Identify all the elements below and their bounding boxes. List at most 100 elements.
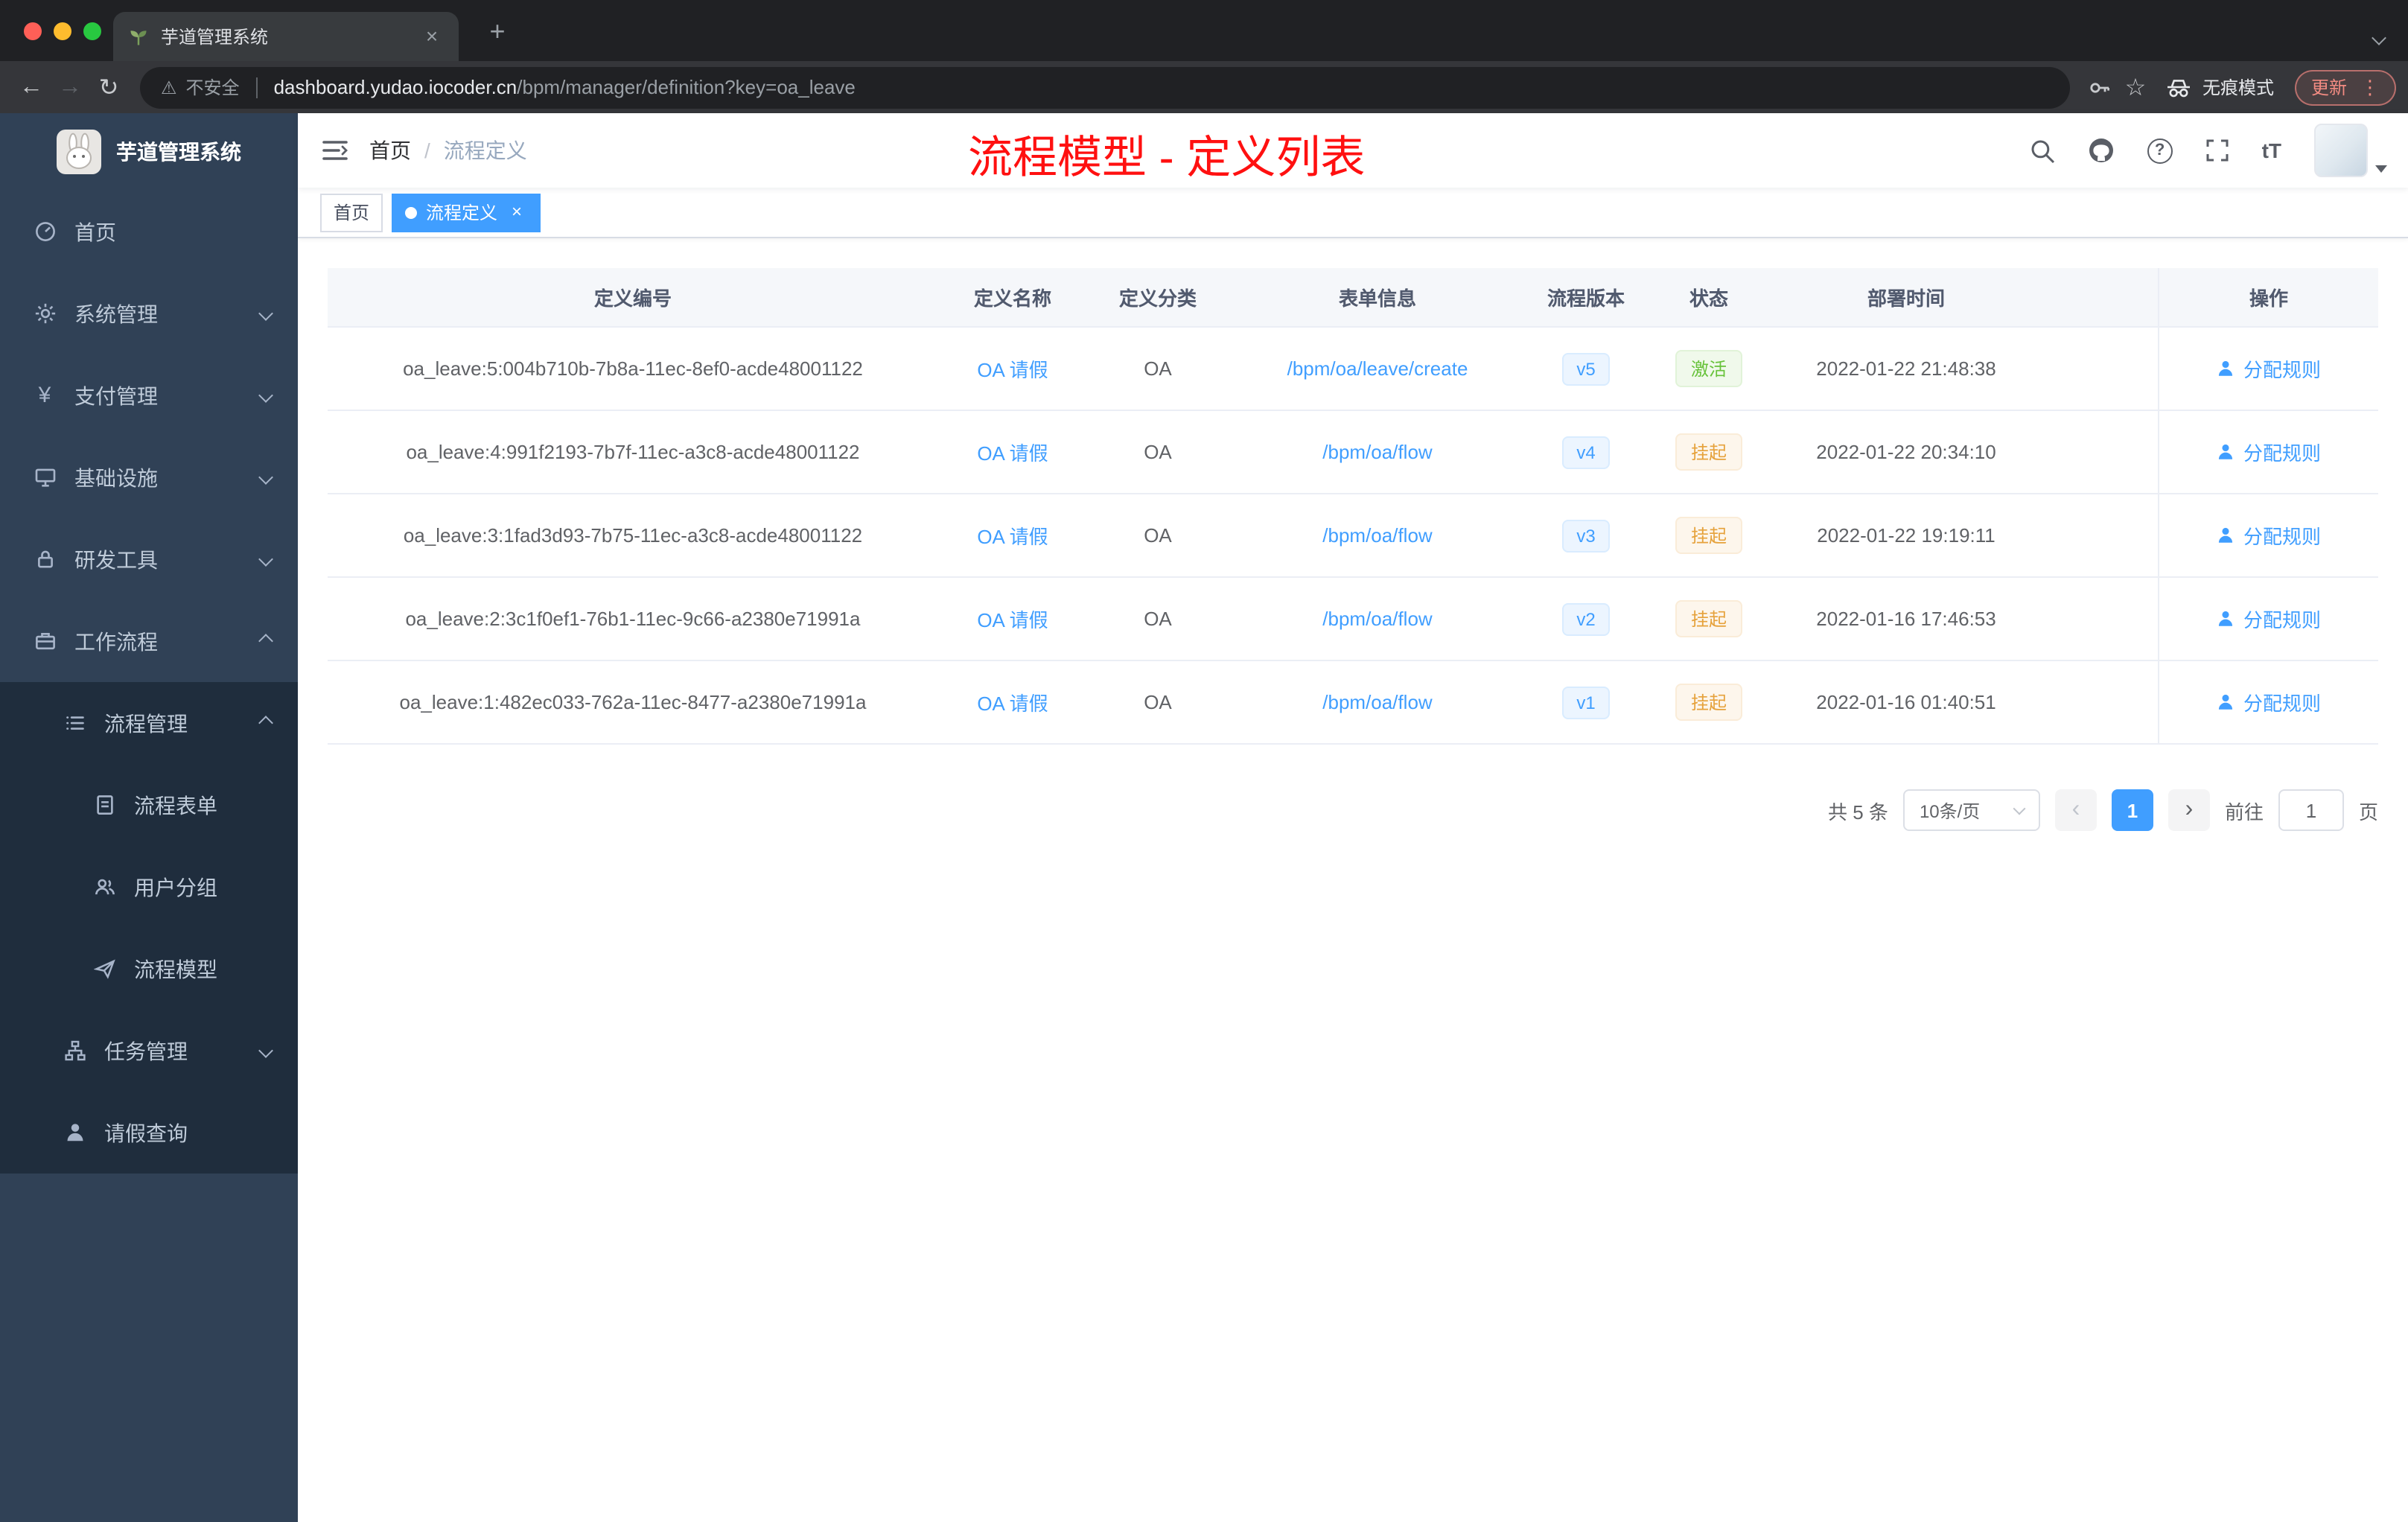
- sidebar-item-user-groups[interactable]: 用户分组: [0, 846, 298, 928]
- sidebar-item-devtools[interactable]: 研发工具: [0, 518, 298, 600]
- definition-category: OA: [1144, 357, 1172, 380]
- tab-close-icon[interactable]: ×: [420, 24, 444, 48]
- sidebar-item-workflow[interactable]: 工作流程: [0, 600, 298, 682]
- deploy-time: 2022-01-16 01:40:51: [1816, 691, 1996, 713]
- update-label: 更新: [2310, 77, 2347, 98]
- sidebar-item-leave-query[interactable]: 请假查询: [0, 1092, 298, 1174]
- sidebar-item-payment[interactable]: ¥ 支付管理: [0, 354, 298, 436]
- user-menu[interactable]: [2314, 124, 2387, 177]
- assign-rule-button[interactable]: 分配规则: [2217, 688, 2321, 716]
- form-link[interactable]: /bpm/oa/flow: [1322, 441, 1432, 463]
- tags-view-bar: 首页 流程定义 ×: [298, 188, 2408, 238]
- browser-menu-icon[interactable]: ⋮: [2360, 75, 2380, 99]
- users-icon: [92, 876, 116, 898]
- sidebar-toggle-icon[interactable]: [298, 138, 369, 162]
- fullscreen-icon[interactable]: [2205, 138, 2229, 162]
- page-number-button[interactable]: 1: [2111, 789, 2153, 831]
- definition-table: 定义编号 定义名称 定义分类 表单信息 流程版本 状态 部署时间 操作 oa_l…: [328, 268, 2378, 745]
- sidebar-item-label: 工作流程: [74, 629, 158, 653]
- tab-title: 芋道管理系统: [161, 27, 269, 48]
- browser-update-button[interactable]: 更新 ⋮: [2294, 69, 2396, 105]
- list-icon: [63, 712, 86, 734]
- sidebar-item-system[interactable]: 系统管理: [0, 273, 298, 354]
- tag-label: 首页: [334, 203, 370, 223]
- breadcrumb-home[interactable]: 首页: [369, 136, 411, 165]
- bookmark-star-icon[interactable]: ☆: [2118, 69, 2153, 105]
- sidebar-item-label: 首页: [74, 220, 116, 243]
- sidebar-item-home[interactable]: 首页: [0, 191, 298, 273]
- sidebar-item-process-management[interactable]: 流程管理: [0, 682, 298, 764]
- security-indicator[interactable]: ⚠ 不安全: [161, 74, 240, 100]
- window-minimize-button[interactable]: [54, 22, 71, 40]
- avatar[interactable]: [2314, 124, 2368, 177]
- window-zoom-button[interactable]: [83, 22, 101, 40]
- table-row: oa_leave:3:1fad3d93-7b75-11ec-a3c8-acde4…: [328, 494, 2378, 578]
- pagination: 共 5 条 10条/页 ‹ 1 › 前往 页: [328, 789, 2378, 831]
- search-icon[interactable]: [2030, 138, 2055, 163]
- column-header: 状态: [1689, 287, 1728, 310]
- sidebar-item-process-models[interactable]: 流程模型: [0, 928, 298, 1010]
- version-badge: v3: [1561, 519, 1611, 552]
- page-content: 定义编号 定义名称 定义分类 表单信息 流程版本 状态 部署时间 操作 oa_l…: [298, 238, 2408, 1522]
- tag-close-icon[interactable]: ×: [506, 201, 527, 223]
- briefcase-icon: [33, 630, 57, 652]
- form-link[interactable]: /bpm/oa/leave/create: [1287, 357, 1468, 380]
- definition-id: oa_leave:2:3c1f0ef1-76b1-11ec-9c66-a2380…: [405, 608, 861, 630]
- omnibox-divider: [255, 77, 258, 98]
- caret-down-icon: [2375, 165, 2387, 173]
- definition-name-link[interactable]: OA 请假: [977, 521, 1048, 550]
- sidebar-item-task-management[interactable]: 任务管理: [0, 1010, 298, 1092]
- definition-name-link[interactable]: OA 请假: [977, 354, 1048, 383]
- assign-rule-button[interactable]: 分配规则: [2217, 354, 2321, 383]
- person-icon: [2219, 360, 2234, 376]
- column-header: 表单信息: [1338, 287, 1416, 310]
- browser-tab[interactable]: 芋道管理系统 ×: [113, 12, 459, 61]
- sidebar-item-label: 研发工具: [74, 547, 158, 571]
- sidebar-item-process-forms[interactable]: 流程表单: [0, 764, 298, 846]
- password-key-icon[interactable]: [2082, 69, 2118, 105]
- app-frame: 芋道管理系统 首页 系统管理 ¥ 支付管理 基础设施 研发工具 工作流程 流程管…: [0, 113, 2408, 1522]
- page-size-select[interactable]: 10条/页: [1902, 789, 2040, 831]
- definition-name-link[interactable]: OA 请假: [977, 605, 1048, 633]
- definition-name-link[interactable]: OA 请假: [977, 438, 1048, 466]
- sidebar-logo[interactable]: 芋道管理系统: [0, 113, 298, 191]
- back-button[interactable]: ←: [12, 68, 51, 106]
- assign-rule-button[interactable]: 分配规则: [2217, 605, 2321, 633]
- assign-rule-button[interactable]: 分配规则: [2217, 521, 2321, 550]
- reload-button[interactable]: ↻: [89, 68, 128, 106]
- github-icon[interactable]: [2088, 137, 2115, 164]
- status-badge: 挂起: [1675, 517, 1742, 554]
- table-row: oa_leave:5:004b710b-7b8a-11ec-8ef0-acde4…: [328, 328, 2378, 411]
- chevron-down-icon: [258, 388, 273, 403]
- definition-category: OA: [1144, 524, 1172, 547]
- sidebar-item-label: 流程表单: [134, 793, 217, 817]
- dashboard-icon: [33, 220, 57, 243]
- definition-name-link[interactable]: OA 请假: [977, 688, 1048, 716]
- address-bar[interactable]: ⚠ 不安全 dashboard.yudao.iocoder.cn/bpm/man…: [140, 66, 2070, 108]
- goto-page-input[interactable]: [2278, 789, 2344, 831]
- column-header: 操作: [2158, 268, 2378, 326]
- next-page-button[interactable]: ›: [2167, 789, 2210, 831]
- sidebar-item-label: 流程模型: [134, 957, 217, 981]
- sidebar-menu: 首页 系统管理 ¥ 支付管理 基础设施 研发工具 工作流程 流程管理 流程表单 …: [0, 191, 298, 1174]
- font-size-icon[interactable]: tT: [2262, 138, 2281, 162]
- forward-button[interactable]: →: [51, 68, 89, 106]
- sidebar-item-infrastructure[interactable]: 基础设施: [0, 436, 298, 518]
- form-link[interactable]: /bpm/oa/flow: [1322, 608, 1432, 630]
- chevron-down-icon: [258, 1043, 273, 1058]
- help-icon[interactable]: ?: [2147, 138, 2173, 163]
- form-link[interactable]: /bpm/oa/flow: [1322, 691, 1432, 713]
- assign-rule-button[interactable]: 分配规则: [2217, 438, 2321, 466]
- version-badge: v2: [1561, 602, 1611, 635]
- total-count: 共 5 条: [1828, 800, 1888, 823]
- browser-tabstrip: 芋道管理系统 × +: [0, 0, 2408, 61]
- form-link[interactable]: /bpm/oa/flow: [1322, 524, 1432, 547]
- sidebar-item-label: 请假查询: [104, 1121, 188, 1144]
- window-close-button[interactable]: [24, 22, 42, 40]
- prev-page-button[interactable]: ‹: [2054, 789, 2097, 831]
- tag-home[interactable]: 首页: [320, 193, 383, 232]
- tab-search-chevron-icon[interactable]: [2372, 24, 2386, 51]
- tag-process-definition[interactable]: 流程定义 ×: [392, 193, 541, 232]
- new-tab-button[interactable]: +: [480, 15, 515, 51]
- page-title-annotation: 流程模型 - 定义列表: [968, 134, 1366, 183]
